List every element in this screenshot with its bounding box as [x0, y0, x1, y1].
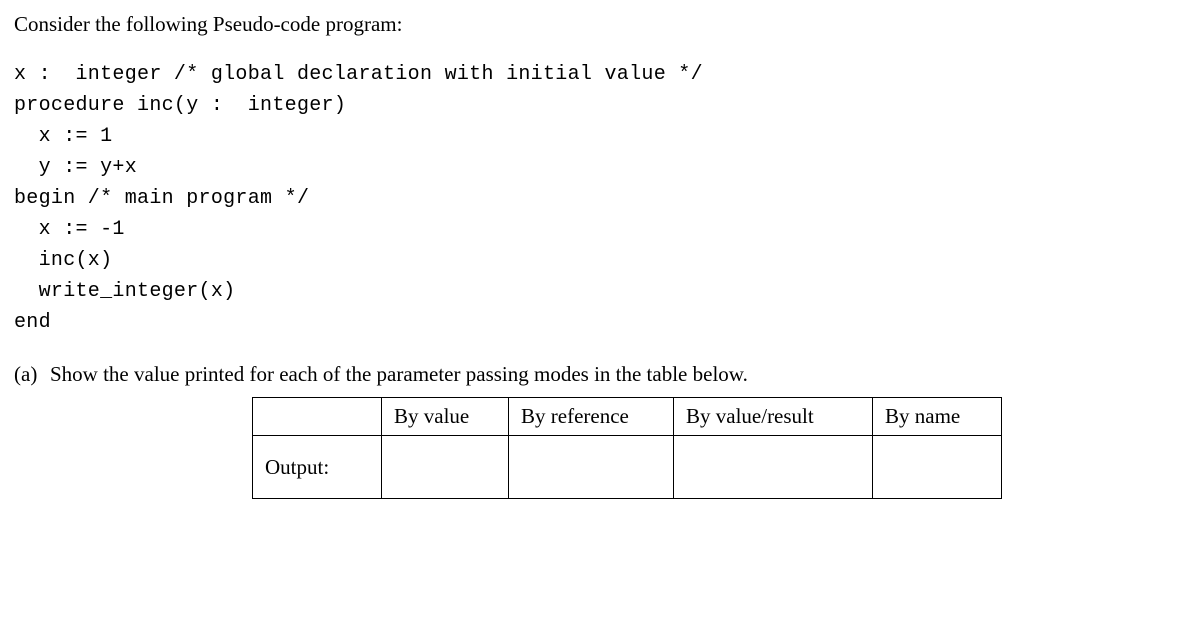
table-cell-by-value-result: [674, 436, 873, 499]
part-a-label: (a): [14, 362, 50, 387]
table-cell-by-value: [382, 436, 509, 499]
table-header-by-name: By name: [873, 398, 1002, 436]
table-header-blank: [253, 398, 382, 436]
table-header-by-value-result: By value/result: [674, 398, 873, 436]
table-cell-by-reference: [509, 436, 674, 499]
pseudocode-block: x : integer /* global declaration with i…: [14, 59, 1164, 338]
table-header-row: By value By reference By value/result By…: [253, 398, 1002, 436]
answer-table: By value By reference By value/result By…: [252, 397, 1002, 499]
part-a-text: Show the value printed for each of the p…: [50, 362, 748, 387]
table-output-row: Output:: [253, 436, 1002, 499]
part-a: (a) Show the value printed for each of t…: [14, 362, 1164, 387]
intro-text: Consider the following Pseudo-code progr…: [14, 12, 1164, 37]
table-cell-by-name: [873, 436, 1002, 499]
table-header-by-reference: By reference: [509, 398, 674, 436]
table-output-label: Output:: [253, 436, 382, 499]
table-header-by-value: By value: [382, 398, 509, 436]
